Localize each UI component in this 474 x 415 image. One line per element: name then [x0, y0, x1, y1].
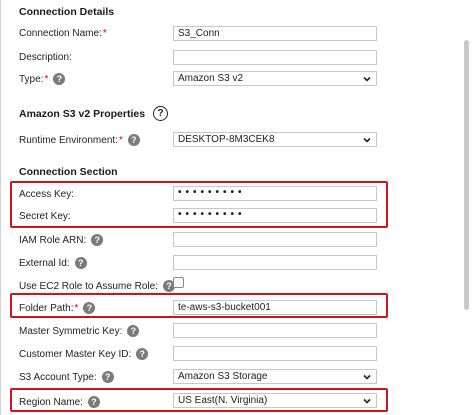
folder-path-label: Folder Path: * ? — [19, 302, 96, 314]
secret-key-input[interactable]: ••••••••• — [173, 208, 377, 223]
runtime-env-select-value: DESKTOP-8M3CEK8 — [178, 134, 275, 145]
external-id-input[interactable] — [173, 255, 377, 270]
access-key-label: Access Key: — [19, 189, 75, 200]
connection-name-label-text: Connection Name: — [19, 28, 102, 39]
s3-account-type-select[interactable]: Amazon S3 Storage — [173, 369, 377, 384]
folder-path-input[interactable]: te-aws-s3-bucket001 — [173, 300, 377, 315]
help-icon[interactable]: ? — [91, 234, 104, 246]
region-name-label: Region Name: ? — [19, 396, 100, 408]
help-icon[interactable]: ? — [101, 371, 114, 383]
chevron-down-icon — [363, 76, 371, 82]
chevron-down-icon — [363, 374, 371, 380]
help-icon[interactable]: ? — [83, 302, 96, 314]
description-label: Description: — [19, 52, 72, 63]
s3-account-type-label-text: S3 Account Type: — [19, 371, 97, 383]
connection-name-label: Connection Name: * — [19, 28, 107, 39]
help-icon[interactable]: ? — [136, 348, 149, 360]
runtime-env-select[interactable]: DESKTOP-8M3CEK8 — [173, 132, 377, 147]
use-ec2-role-checkbox[interactable] — [173, 277, 184, 288]
required-marker: * — [74, 302, 79, 314]
help-circle-icon[interactable]: ? — [153, 106, 169, 121]
type-select-value: Amazon S3 v2 — [178, 73, 244, 84]
iam-role-arn-label-text: IAM Role ARN: — [19, 234, 87, 246]
help-icon[interactable]: ? — [74, 257, 87, 269]
master-symmetric-key-input[interactable] — [173, 323, 377, 338]
type-select[interactable]: Amazon S3 v2 — [173, 71, 377, 86]
connection-form: Connection Details Connection Name: * S3_… — [0, 0, 474, 415]
runtime-env-label-text: Runtime Environment: — [19, 134, 118, 146]
required-marker: * — [118, 134, 123, 146]
s3-account-type-label: S3 Account Type: ? — [19, 371, 114, 383]
use-ec2-role-label-text: Use EC2 Role to Assume Role: — [19, 280, 158, 292]
section-title-s3-properties: Amazon S3 v2 Properties ? — [19, 106, 169, 121]
type-label: Type: * ? — [19, 73, 66, 85]
required-marker: * — [102, 28, 107, 39]
section-title-connection-section: Connection Section — [19, 166, 118, 178]
chevron-down-icon — [363, 398, 371, 404]
folder-path-label-text: Folder Path: — [19, 302, 74, 314]
runtime-env-label: Runtime Environment: * ? — [19, 134, 140, 146]
external-id-label-text: External Id: — [19, 257, 70, 269]
master-symmetric-key-label-text: Master Symmetric Key: — [19, 325, 123, 337]
region-name-label-text: Region Name: — [19, 396, 83, 408]
connection-name-input[interactable]: S3_Conn — [173, 26, 377, 41]
help-icon[interactable]: ? — [87, 396, 100, 408]
chevron-down-icon — [363, 137, 371, 143]
customer-master-key-id-label: Customer Master Key ID: ? — [19, 348, 149, 360]
type-label-text: Type: — [19, 73, 44, 85]
use-ec2-role-label: Use EC2 Role to Assume Role: ? — [19, 280, 175, 292]
description-input[interactable] — [173, 50, 377, 65]
secret-key-label: Secret Key: — [19, 211, 71, 222]
help-icon[interactable]: ? — [127, 325, 140, 337]
required-marker: * — [44, 73, 49, 85]
access-key-input[interactable]: ••••••••• — [173, 186, 377, 201]
region-name-select[interactable]: US East(N. Virginia) — [173, 393, 377, 408]
iam-role-arn-input[interactable] — [173, 232, 377, 247]
customer-master-key-id-input[interactable] — [173, 346, 377, 361]
customer-master-key-id-label-text: Customer Master Key ID: — [19, 348, 132, 360]
master-symmetric-key-label: Master Symmetric Key: ? — [19, 325, 140, 337]
section-title-connection-details: Connection Details — [19, 6, 115, 18]
vertical-scrollbar[interactable] — [464, 40, 469, 310]
external-id-label: External Id: ? — [19, 257, 87, 269]
s3-properties-title-text: Amazon S3 v2 Properties — [19, 107, 146, 120]
help-icon[interactable]: ? — [53, 73, 66, 85]
region-name-select-value: US East(N. Virginia) — [178, 395, 268, 406]
iam-role-arn-label: IAM Role ARN: ? — [19, 234, 104, 246]
help-icon[interactable]: ? — [127, 134, 140, 146]
s3-account-type-select-value: Amazon S3 Storage — [178, 371, 268, 382]
